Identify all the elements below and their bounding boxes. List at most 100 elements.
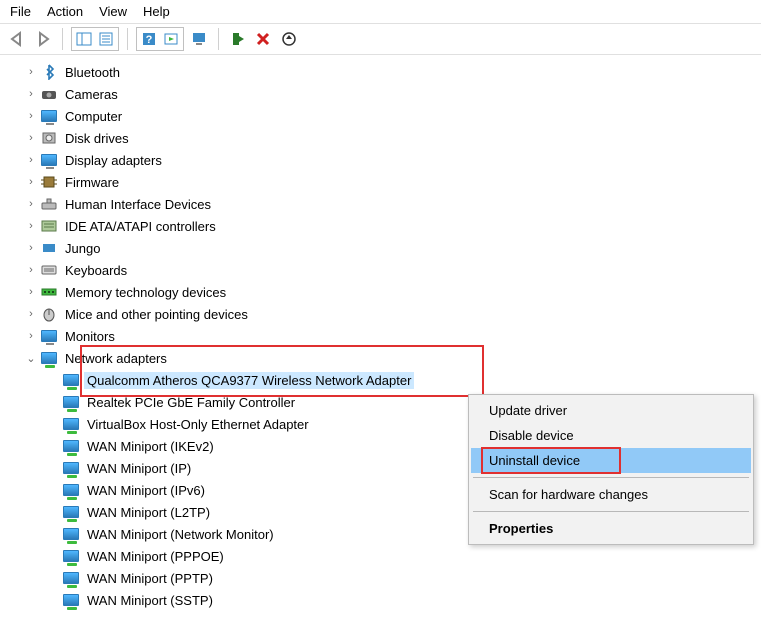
tree-item-label: IDE ATA/ATAPI controllers xyxy=(62,218,219,235)
forward-button[interactable] xyxy=(32,27,56,51)
menu-file[interactable]: File xyxy=(4,2,41,21)
help-button[interactable]: ? xyxy=(138,29,160,49)
ctx-separator xyxy=(473,511,749,512)
ctx-update-driver[interactable]: Update driver xyxy=(471,398,751,423)
expander-icon[interactable]: › xyxy=(24,264,38,276)
tree-item[interactable]: › Human Interface Devices xyxy=(14,193,761,215)
keyboard-icon xyxy=(40,261,58,279)
tree-item[interactable]: › Computer xyxy=(14,105,761,127)
tree-item-label: Realtek PCIe GbE Family Controller xyxy=(84,394,298,411)
expander-icon[interactable]: › xyxy=(24,66,38,78)
tree-item-label: Computer xyxy=(62,108,125,125)
tree-item[interactable]: › Cameras xyxy=(14,83,761,105)
uninstall-button[interactable] xyxy=(251,27,275,51)
menu-view[interactable]: View xyxy=(93,2,137,21)
expander-icon[interactable]: › xyxy=(24,220,38,232)
expander-icon[interactable]: › xyxy=(24,330,38,342)
tree-item-label: Memory technology devices xyxy=(62,284,229,301)
tree-item[interactable]: ›Jungo xyxy=(14,237,761,259)
expander-icon[interactable]: › xyxy=(24,88,38,100)
monitor-icon xyxy=(40,107,58,125)
network-adapter-icon xyxy=(62,547,80,565)
bluetooth-icon xyxy=(40,63,58,81)
menu-bar: File Action View Help xyxy=(0,0,761,24)
tree-item-label: Keyboards xyxy=(62,262,130,279)
network-adapter-icon xyxy=(62,569,80,587)
expander-icon[interactable]: › xyxy=(24,286,38,298)
tree-item[interactable]: › IDE ATA/ATAPI controllers xyxy=(14,215,761,237)
tree-item-label: Firmware xyxy=(62,174,122,191)
tree-item-label: Network adapters xyxy=(62,350,170,367)
properties-button[interactable] xyxy=(95,29,117,49)
tree-item-label: Bluetooth xyxy=(62,64,123,81)
tree-item-label: WAN Miniport (L2TP) xyxy=(84,504,213,521)
add-legacy-button[interactable] xyxy=(225,27,249,51)
menu-action[interactable]: Action xyxy=(41,2,93,21)
show-hide-tree-button[interactable] xyxy=(73,29,95,49)
expander-icon[interactable]: › xyxy=(24,198,38,210)
network-adapter-icon xyxy=(62,481,80,499)
tree-item[interactable]: › Monitors xyxy=(14,325,761,347)
tree-item-label: WAN Miniport (SSTP) xyxy=(84,592,216,609)
tree-item[interactable]: › Disk drives xyxy=(14,127,761,149)
tree-item[interactable]: WAN Miniport (PPTP) xyxy=(14,567,761,589)
jungo-icon xyxy=(40,239,58,257)
expander-icon[interactable]: › xyxy=(24,308,38,320)
tree-item[interactable]: ⌄ Network adapters xyxy=(14,347,761,369)
tree-item[interactable]: WAN Miniport (PPPOE) xyxy=(14,545,761,567)
tree-item-label: Qualcomm Atheros QCA9377 Wireless Networ… xyxy=(84,372,414,389)
tree-item[interactable]: › Mice and other pointing devices xyxy=(14,303,761,325)
network-adapter-icon xyxy=(62,371,80,389)
network-adapter-icon xyxy=(62,459,80,477)
tree-item-label: WAN Miniport (PPPOE) xyxy=(84,548,227,565)
hid-icon xyxy=(40,195,58,213)
ctx-disable-device[interactable]: Disable device xyxy=(471,423,751,448)
expander-icon[interactable]: › xyxy=(24,176,38,188)
tree-item[interactable]: WAN Miniport (SSTP) xyxy=(14,589,761,611)
network-adapter-icon xyxy=(62,437,80,455)
tree-item[interactable]: Qualcomm Atheros QCA9377 Wireless Networ… xyxy=(14,369,761,391)
action-button[interactable] xyxy=(160,29,182,49)
context-menu: Update driver Disable device Uninstall d… xyxy=(468,394,754,545)
camera-icon xyxy=(40,85,58,103)
ctx-scan-hardware[interactable]: Scan for hardware changes xyxy=(471,482,751,507)
expander-icon[interactable]: › xyxy=(24,242,38,254)
expander-icon[interactable]: › xyxy=(24,132,38,144)
tree-item-label: Display adapters xyxy=(62,152,165,169)
ctx-separator xyxy=(473,477,749,478)
tree-item[interactable]: › Display adapters xyxy=(14,149,761,171)
tree-item-label: Mice and other pointing devices xyxy=(62,306,251,323)
tree-item[interactable]: › Firmware xyxy=(14,171,761,193)
back-button[interactable] xyxy=(6,27,30,51)
monitor-icon xyxy=(40,327,58,345)
expander-icon[interactable]: › xyxy=(24,154,38,166)
network-adapter-icon xyxy=(62,525,80,543)
tree-item-label: Disk drives xyxy=(62,130,132,147)
network-adapter-icon xyxy=(62,415,80,433)
tree-item[interactable]: › Bluetooth xyxy=(14,61,761,83)
ctx-properties[interactable]: Properties xyxy=(471,516,751,541)
network-adapter-icon xyxy=(62,503,80,521)
ide-icon xyxy=(40,217,58,235)
tree-item-label: WAN Miniport (IP) xyxy=(84,460,194,477)
network-adapter-icon xyxy=(62,393,80,411)
tree-item-label: WAN Miniport (IPv6) xyxy=(84,482,208,499)
tree-item[interactable]: › Memory technology devices xyxy=(14,281,761,303)
disk-icon xyxy=(40,129,58,147)
update-button[interactable] xyxy=(277,27,301,51)
svg-text:?: ? xyxy=(146,34,153,46)
toolbar: ? xyxy=(0,24,761,55)
tree-item-label: Monitors xyxy=(62,328,118,345)
menu-help[interactable]: Help xyxy=(137,2,180,21)
tree-item-label: VirtualBox Host-Only Ethernet Adapter xyxy=(84,416,312,433)
scan-button[interactable] xyxy=(188,27,212,51)
tree-item-label: WAN Miniport (PPTP) xyxy=(84,570,216,587)
expander-icon[interactable]: › xyxy=(24,110,38,122)
tree-item-label: Cameras xyxy=(62,86,121,103)
ctx-uninstall-device[interactable]: Uninstall device xyxy=(471,448,751,473)
expander-icon[interactable]: ⌄ xyxy=(24,352,38,365)
tree-item-label: Human Interface Devices xyxy=(62,196,214,213)
tree-item[interactable]: › Keyboards xyxy=(14,259,761,281)
firmware-icon xyxy=(40,173,58,191)
net-icon xyxy=(40,349,58,367)
